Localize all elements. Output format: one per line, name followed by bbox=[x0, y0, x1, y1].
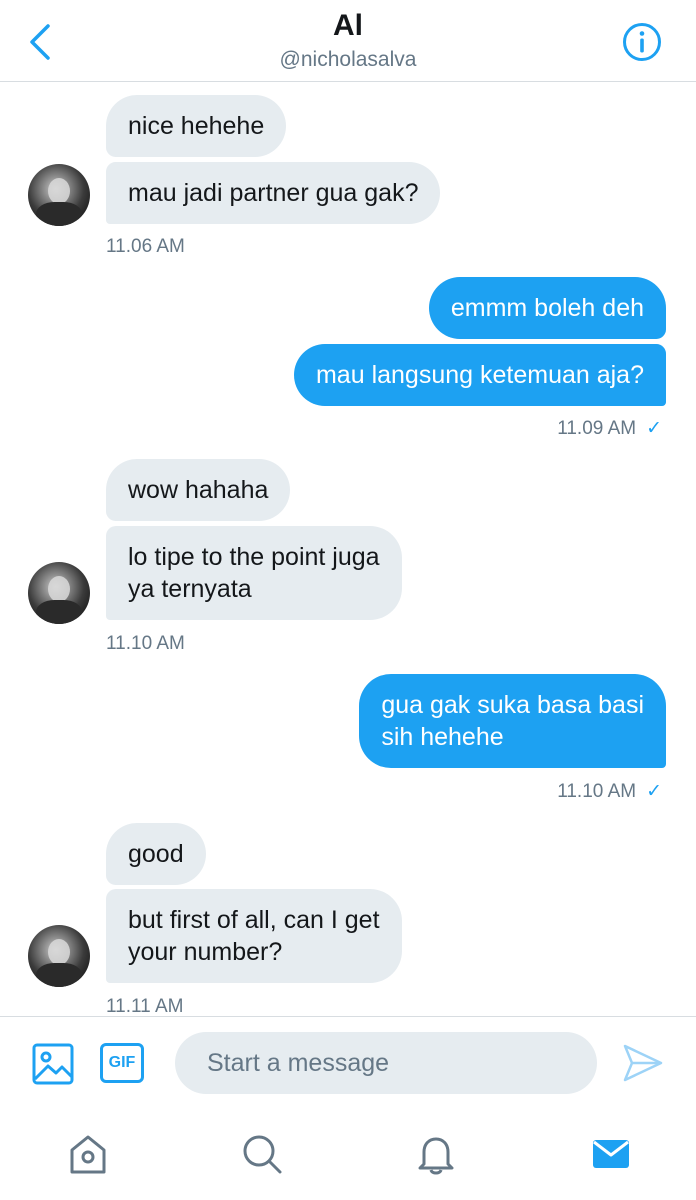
incoming-message[interactable]: lo tipe to the point juga ya ternyata bbox=[106, 526, 402, 620]
avatar[interactable] bbox=[28, 925, 90, 987]
message-timestamp: 11.06 AM bbox=[106, 236, 185, 257]
send-icon bbox=[623, 1044, 663, 1082]
home-icon bbox=[70, 1135, 106, 1174]
info-icon bbox=[623, 23, 661, 61]
message-timestamp: 11.10 AM ✓ bbox=[557, 780, 662, 804]
incoming-message[interactable]: good bbox=[106, 823, 206, 885]
message-line: ya ternyata bbox=[128, 575, 252, 603]
message-composer: GIF bbox=[0, 1016, 696, 1110]
conversation-handle: @nicholasalva bbox=[279, 48, 417, 71]
conversation-title: Al bbox=[333, 9, 363, 42]
message-timestamp: 11.10 AM bbox=[106, 633, 185, 654]
incoming-message[interactable]: wow hahaha bbox=[106, 459, 291, 521]
incoming-message[interactable]: nice hehehe bbox=[106, 95, 287, 157]
outgoing-message[interactable]: mau langsung ketemuan aja? bbox=[293, 344, 666, 406]
message-thread[interactable]: nice hehehe mau jadi partner gua gak? 11… bbox=[0, 83, 696, 1016]
message-timestamp: 11.09 AM ✓ bbox=[557, 417, 662, 441]
outgoing-message[interactable]: emmm boleh deh bbox=[428, 277, 666, 339]
outgoing-message[interactable]: gua gak suka basa basi sih hehehe bbox=[359, 674, 666, 768]
add-media-button[interactable] bbox=[32, 1043, 74, 1085]
conversation-header: Al @nicholasalva bbox=[0, 0, 696, 82]
incoming-message[interactable]: but first of all, can I get your number? bbox=[106, 889, 402, 983]
message-line: your number? bbox=[128, 938, 283, 966]
bell-icon bbox=[418, 1137, 454, 1175]
send-button[interactable] bbox=[622, 1043, 664, 1083]
timestamp-text: 11.09 AM bbox=[557, 418, 637, 439]
tab-home[interactable] bbox=[64, 1130, 112, 1178]
tab-messages[interactable] bbox=[587, 1130, 635, 1178]
info-button[interactable] bbox=[622, 22, 662, 62]
timestamp-text: 11.10 AM bbox=[557, 781, 637, 802]
avatar[interactable] bbox=[28, 164, 90, 226]
tab-search[interactable] bbox=[238, 1130, 286, 1178]
incoming-message[interactable]: mau jadi partner gua gak? bbox=[106, 162, 441, 224]
image-icon bbox=[32, 1043, 74, 1085]
message-input[interactable] bbox=[175, 1032, 597, 1094]
avatar[interactable] bbox=[28, 562, 90, 624]
message-timestamp: 11.11 AM bbox=[106, 996, 184, 1016]
message-line: sih hehehe bbox=[381, 723, 504, 751]
message-line: lo tipe to the point juga bbox=[128, 543, 380, 571]
message-line: gua gak suka basa basi bbox=[381, 691, 644, 719]
mail-icon bbox=[593, 1140, 629, 1168]
bottom-tab-bar bbox=[0, 1110, 696, 1200]
gif-button[interactable]: GIF bbox=[100, 1043, 144, 1083]
message-line: but first of all, can I get bbox=[128, 906, 380, 934]
sent-check-icon: ✓ bbox=[646, 781, 662, 802]
tab-notifications[interactable] bbox=[412, 1130, 460, 1178]
sent-check-icon: ✓ bbox=[646, 418, 662, 439]
conversation-title-block[interactable]: Al @nicholasalva bbox=[0, 8, 696, 74]
search-icon bbox=[243, 1135, 282, 1174]
